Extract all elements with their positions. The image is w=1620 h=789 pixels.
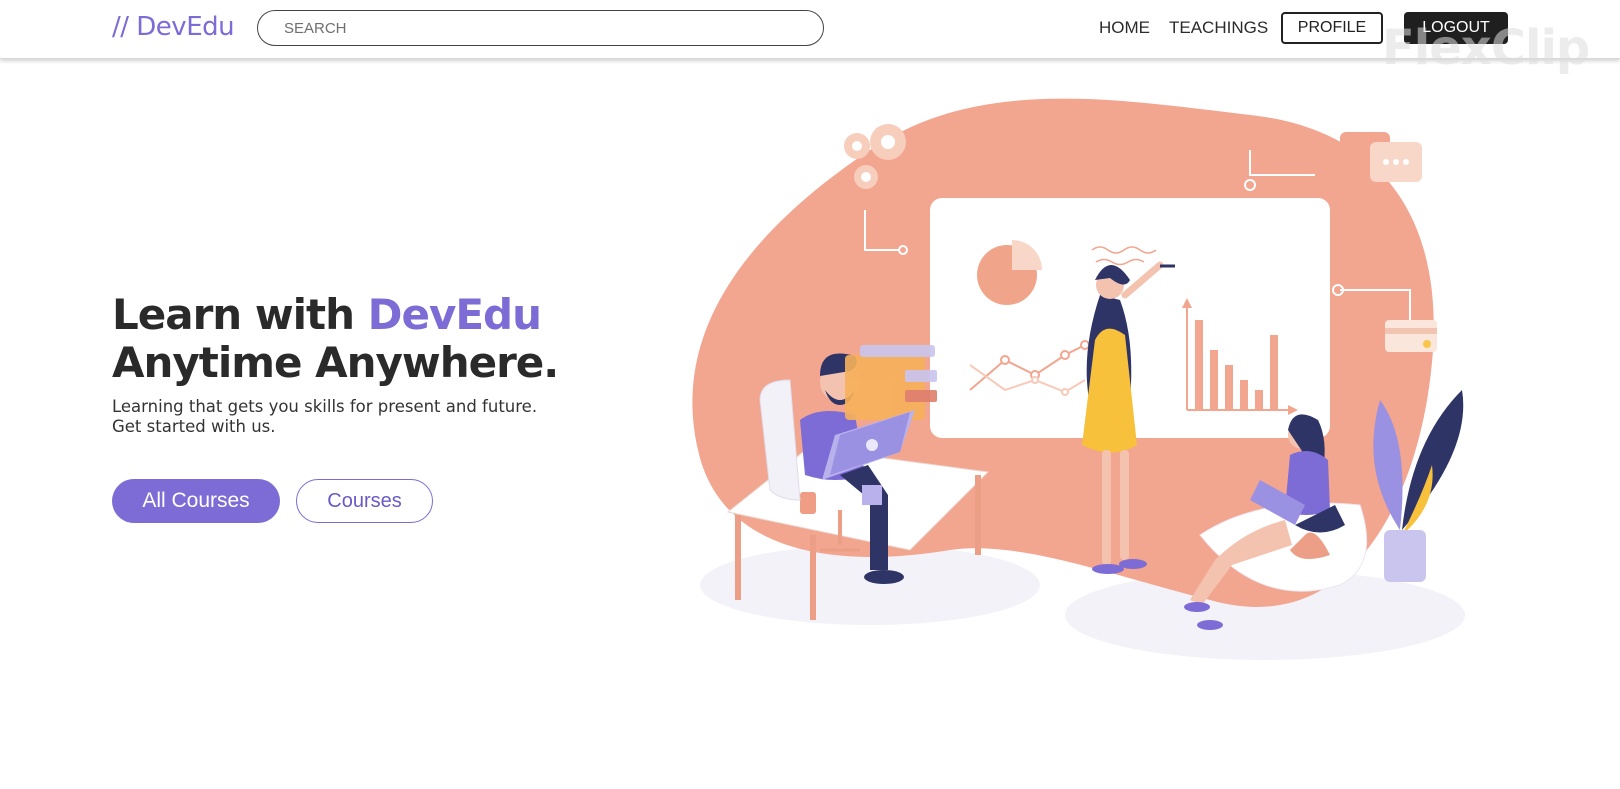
floating-ui-panels bbox=[845, 345, 937, 420]
hero-subtitle-line1: Learning that gets you skills for presen… bbox=[112, 397, 538, 416]
navbar: // DevEdu HOME TEACHINGS PROFILE LOGOUT bbox=[0, 0, 1620, 59]
chat-bubbles-icon bbox=[1340, 132, 1422, 182]
card-icon bbox=[1385, 320, 1437, 352]
search-input[interactable] bbox=[257, 10, 824, 46]
hero-subtitle-line2: Get started with us. bbox=[112, 417, 276, 436]
all-courses-button[interactable]: All Courses bbox=[112, 479, 280, 523]
courses-button[interactable]: Courses bbox=[296, 479, 433, 523]
brand-logo[interactable]: // DevEdu bbox=[112, 12, 235, 42]
hero-title-line1: Learn with DevEdu bbox=[112, 290, 542, 339]
nav-teachings-link[interactable]: TEACHINGS bbox=[1169, 18, 1268, 38]
hero-title-prefix: Learn with bbox=[112, 290, 368, 339]
nav-home-link[interactable]: HOME bbox=[1099, 18, 1150, 38]
hero-illustration bbox=[692, 98, 1465, 660]
hero-title-accent: DevEdu bbox=[367, 290, 542, 339]
hero-title-line2: Anytime Anywhere. bbox=[112, 338, 559, 387]
profile-button[interactable]: PROFILE bbox=[1281, 12, 1383, 44]
watermark-logo: FlexClip bbox=[1382, 20, 1590, 76]
